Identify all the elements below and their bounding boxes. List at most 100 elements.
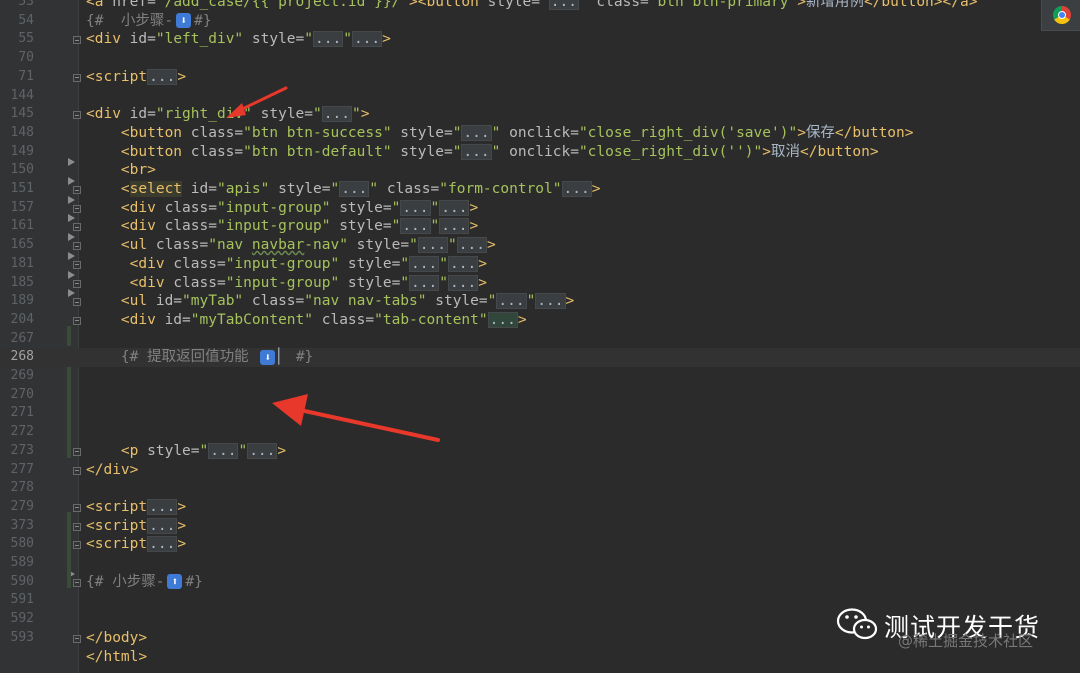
folded-region[interactable]: ... [339,181,370,197]
folded-region[interactable]: ... [487,311,518,328]
folded-region[interactable]: ... [561,181,592,197]
code-line[interactable]: 204 <div id="myTabContent" class="tab-co… [0,311,1080,330]
code-line[interactable]: 145 <div id="right_div" style="... "> [0,105,1080,124]
code-token: "btn btn-default" [243,143,401,160]
folded-region[interactable]: ... [247,442,278,459]
code-editor[interactable]: 53 <a href="/add_case/{{ project.id }}/">… [0,0,1080,673]
line-number: 373 [10,517,34,533]
code-token: " [487,293,497,310]
folded-region[interactable]: ... [439,199,470,216]
code-token: "myTabContent" [190,311,322,328]
line-number: 270 [10,386,34,402]
code-token: 新增用例 [805,0,864,10]
code-line[interactable]: 165 <ul class="nav navbar-nav" style="..… [0,236,1080,255]
line-number: 272 [10,424,34,440]
folded-region[interactable]: ... [147,536,178,553]
code-line[interactable]: 278 [0,479,1080,498]
code-line[interactable]: 53 <a href="/add_case/{{ project.id }}/">… [0,0,1080,12]
folded-region[interactable]: ... [456,237,487,254]
browser-preview-button[interactable] [1041,0,1080,31]
code-token: > [797,0,806,10]
folded-region[interactable]: ... [535,293,566,310]
code-line[interactable]: 373 <script... > [0,517,1080,536]
code-token: "/add_case/{{ project.id }}/" [155,0,410,10]
code-line[interactable]: 150 <br> [0,161,1080,180]
code-line[interactable]: 590 {# 小步骤- ⬆ #} [0,573,1080,592]
code-line[interactable]: 189 <ul id="myTab" class="nav nav-tabs" … [0,292,1080,311]
code-line[interactable]: 279 <script... > [0,498,1080,517]
folded-region[interactable]: ... [147,68,178,85]
folded-region[interactable]: ... [208,442,239,459]
folded-region[interactable]: ... [409,255,440,272]
code-line[interactable]: 157 <div class="input-group" style="... "… [0,199,1080,218]
folded-region[interactable]: ... [409,274,440,291]
code-token: style= [400,143,453,160]
folded-region[interactable]: ... [351,31,383,48]
code-line[interactable]: 269 [0,367,1080,386]
code-token: > [177,498,187,515]
code-token: "input-group" [225,255,348,272]
code-line[interactable]: 70 [0,49,1080,68]
code-line[interactable]: 272 [0,423,1080,442]
folded-region[interactable]: ... [417,237,448,254]
folded-region[interactable]: ... [461,143,492,160]
code-token: <div [86,106,130,123]
code-line[interactable]: 277 </div> [0,461,1080,480]
folded-region[interactable]: ... [447,274,479,291]
folded-region[interactable]: ... [496,293,527,310]
code-line[interactable]: 268 {# 提取返回值功能 ⬇ ▏ #} [0,348,1080,367]
code-line[interactable]: 151 <select id="apis" style="... " class=… [0,180,1080,199]
code-line[interactable]: 270 [0,386,1080,405]
folded-region[interactable]: ... [147,498,178,515]
code-text: <script... > [86,498,186,517]
line-number: 150 [10,162,34,178]
code-token: "form-control" [439,181,562,197]
code-token: class= [164,199,217,216]
code-line[interactable]: 181 <div class="input-group" style="... "… [0,255,1080,274]
code-token: style= [487,0,540,10]
code-token: class= [173,274,226,291]
code-token: " [330,181,340,197]
code-line[interactable]: 149 <button class="btn btn-default" styl… [0,143,1080,162]
folded-region[interactable]: ... [313,31,344,48]
folded-region[interactable]: ... [461,124,492,141]
folded-region[interactable]: ... [321,106,352,123]
code-text: <div id="left_div" style="... "... > [86,30,391,49]
line-number: 71 [18,68,34,84]
code-line[interactable]: 71 <script... > [0,68,1080,87]
folded-region[interactable]: ... [548,0,579,10]
code-line[interactable]: 267 [0,330,1080,349]
code-line[interactable]: 55 <div id="left_div" style="... "... > [0,30,1080,49]
code-token: "input-group" [216,218,340,235]
code-token: "right_div" [155,106,261,123]
code-line[interactable]: 54 {# 小步骤- ⬇ #} [0,12,1080,31]
code-token: {# 小步骤- [86,573,165,590]
code-line[interactable]: 161 <div class="input-group" style="... "… [0,217,1080,236]
folded-region[interactable]: ... [439,218,470,235]
folded-region[interactable]: ... [400,218,431,235]
code-line[interactable]: 185 <div class="input-group" style="... "… [0,274,1080,293]
code-line[interactable]: 148 <button class="btn btn-success" styl… [0,124,1080,143]
code-token: "tab-content" [374,311,488,328]
folded-region[interactable]: ... [400,199,431,216]
code-token: </body> [86,629,148,646]
folded-region[interactable]: ... [447,255,479,272]
code-token: style= [339,199,392,216]
code-token: class= [386,181,440,197]
code-line[interactable]: 273 <p style="... "... > [0,442,1080,461]
code-token: " [391,218,401,235]
code-line[interactable]: 271 [0,404,1080,423]
code-token: > [762,143,771,160]
code-token: #} [295,349,314,366]
line-number: 157 [10,199,34,215]
folded-region[interactable]: ... [147,517,178,534]
code-line[interactable]: 589 [0,554,1080,573]
code-line[interactable]: 580 <script... > [0,535,1080,554]
code-token: " [400,255,410,272]
code-area[interactable]: 53 <a href="/add_case/{{ project.id }}/">… [0,0,1080,673]
code-token: class= [173,255,226,272]
code-line[interactable]: 144 [0,87,1080,106]
code-token: "input-group" [216,199,340,216]
